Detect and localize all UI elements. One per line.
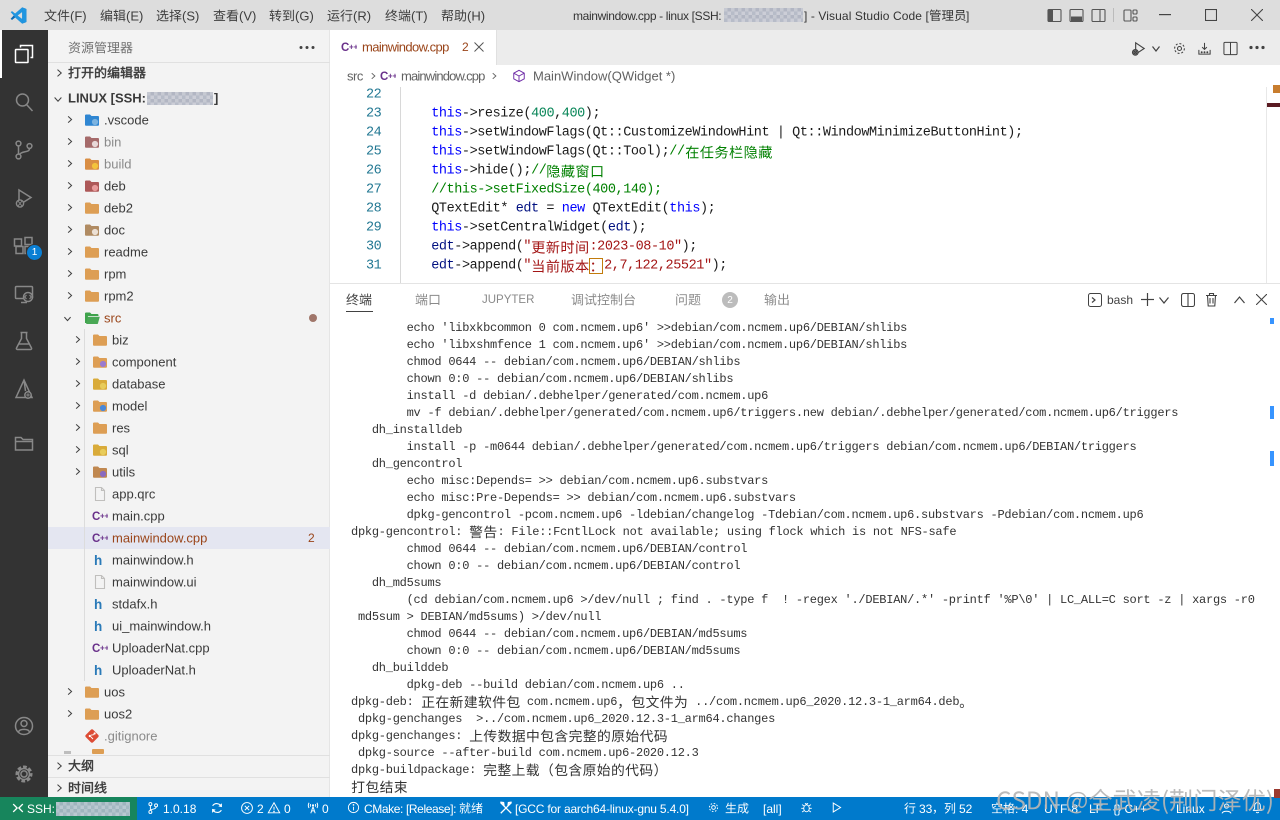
svg-text:++: ++ bbox=[100, 512, 108, 521]
svg-text:h: h bbox=[94, 619, 102, 634]
svg-text:++: ++ bbox=[100, 534, 108, 543]
svg-text:h: h bbox=[94, 553, 102, 568]
svg-text:++: ++ bbox=[100, 644, 108, 653]
svg-text:++: ++ bbox=[388, 72, 396, 81]
svg-text:h: h bbox=[94, 663, 102, 678]
svg-text:++: ++ bbox=[349, 43, 357, 52]
svg-text:h: h bbox=[94, 597, 102, 612]
